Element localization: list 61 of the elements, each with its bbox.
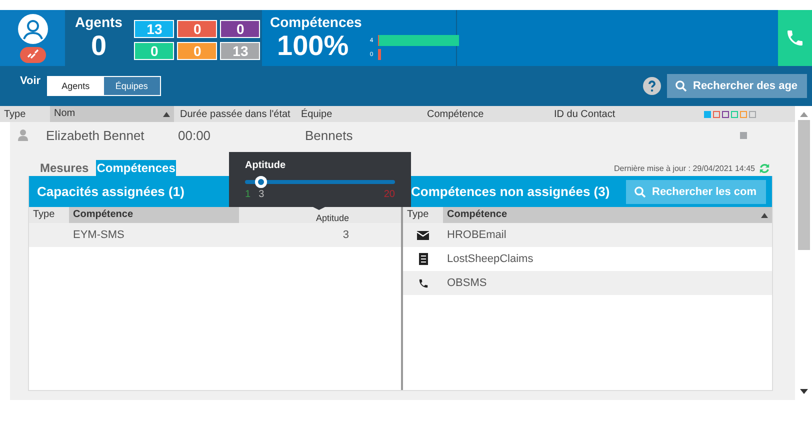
agents-label: Agents [75,15,122,30]
column-header: Aptitude [316,213,349,223]
status-square[interactable] [713,110,720,118]
column-header: Type [32,208,56,222]
sort-icon [761,212,768,218]
scroll-down-icon[interactable] [800,389,808,394]
column-header: Durée passée dans l'état [179,108,292,120]
status-square [740,132,747,138]
phone-icon [418,278,428,288]
envelope-icon [417,230,429,240]
skill-row[interactable]: OBSMS [403,271,772,295]
duration-cell-text: 00:00 [178,128,212,142]
column-header: Compétence [427,108,485,120]
view-tab[interactable]: Agents [48,77,104,95]
skill-name: EYM-SMS [72,229,126,241]
skill-row[interactable]: LostSheepClaims [403,247,772,271]
status-count: 13 [220,42,260,60]
status-count: 0 [177,20,218,38]
agents-count: 0 [90,30,107,62]
aptitude-cell[interactable]: 3 [239,229,401,241]
search-icon [675,80,687,92]
scroll-up-icon[interactable] [800,112,808,117]
popup-title: Aptitude [245,160,287,171]
status-count: 13 [134,20,174,38]
status-count: 0 [220,20,260,38]
list-icon [418,253,428,265]
competences-percent: 100% [277,30,349,62]
panel-title: Capacités assignées (1) [36,184,184,199]
team-cell-text: Bennets [305,128,354,142]
agent-name: Elizabeth Bennet [45,128,146,142]
max-value: 20 [384,189,395,200]
column-header[interactable]: Compétence [443,207,772,223]
person-icon [18,129,28,141]
view-tab[interactable]: Équipes [104,77,160,95]
last-update-text: Dernière mise à jour : 29/04/2021 14:45 [614,164,755,172]
column-header: ID du Contact [554,108,616,120]
status-count: 0 [177,42,218,60]
link-icon[interactable] [20,46,46,62]
detail-tab[interactable]: Mesures [28,160,92,176]
min-value: 1 [245,189,251,200]
user-icon [18,14,48,44]
skill-row[interactable]: HROBEmail [403,223,772,247]
status-square[interactable] [722,110,729,118]
column-header: Type [406,208,430,222]
column-header: Équipe [301,108,334,120]
phone-icon [785,28,805,48]
view-label: Voir [20,75,41,87]
search-icon [634,186,646,198]
help-icon[interactable] [643,77,661,95]
aptitude-slider[interactable] [245,177,395,187]
panel-title: Compétences non assignées (3) [410,184,610,199]
status-count: 0 [134,42,174,60]
slider-thumb[interactable] [254,176,267,188]
competences-label: Compétences [270,15,362,30]
column-header[interactable]: Nom [50,106,174,122]
current-value: 3 [258,189,264,200]
sort-icon [163,112,170,116]
column-header: Compétence [69,207,239,223]
column-header: Type [4,108,27,120]
refresh-icon[interactable] [759,162,770,174]
phone-button[interactable] [778,10,812,66]
